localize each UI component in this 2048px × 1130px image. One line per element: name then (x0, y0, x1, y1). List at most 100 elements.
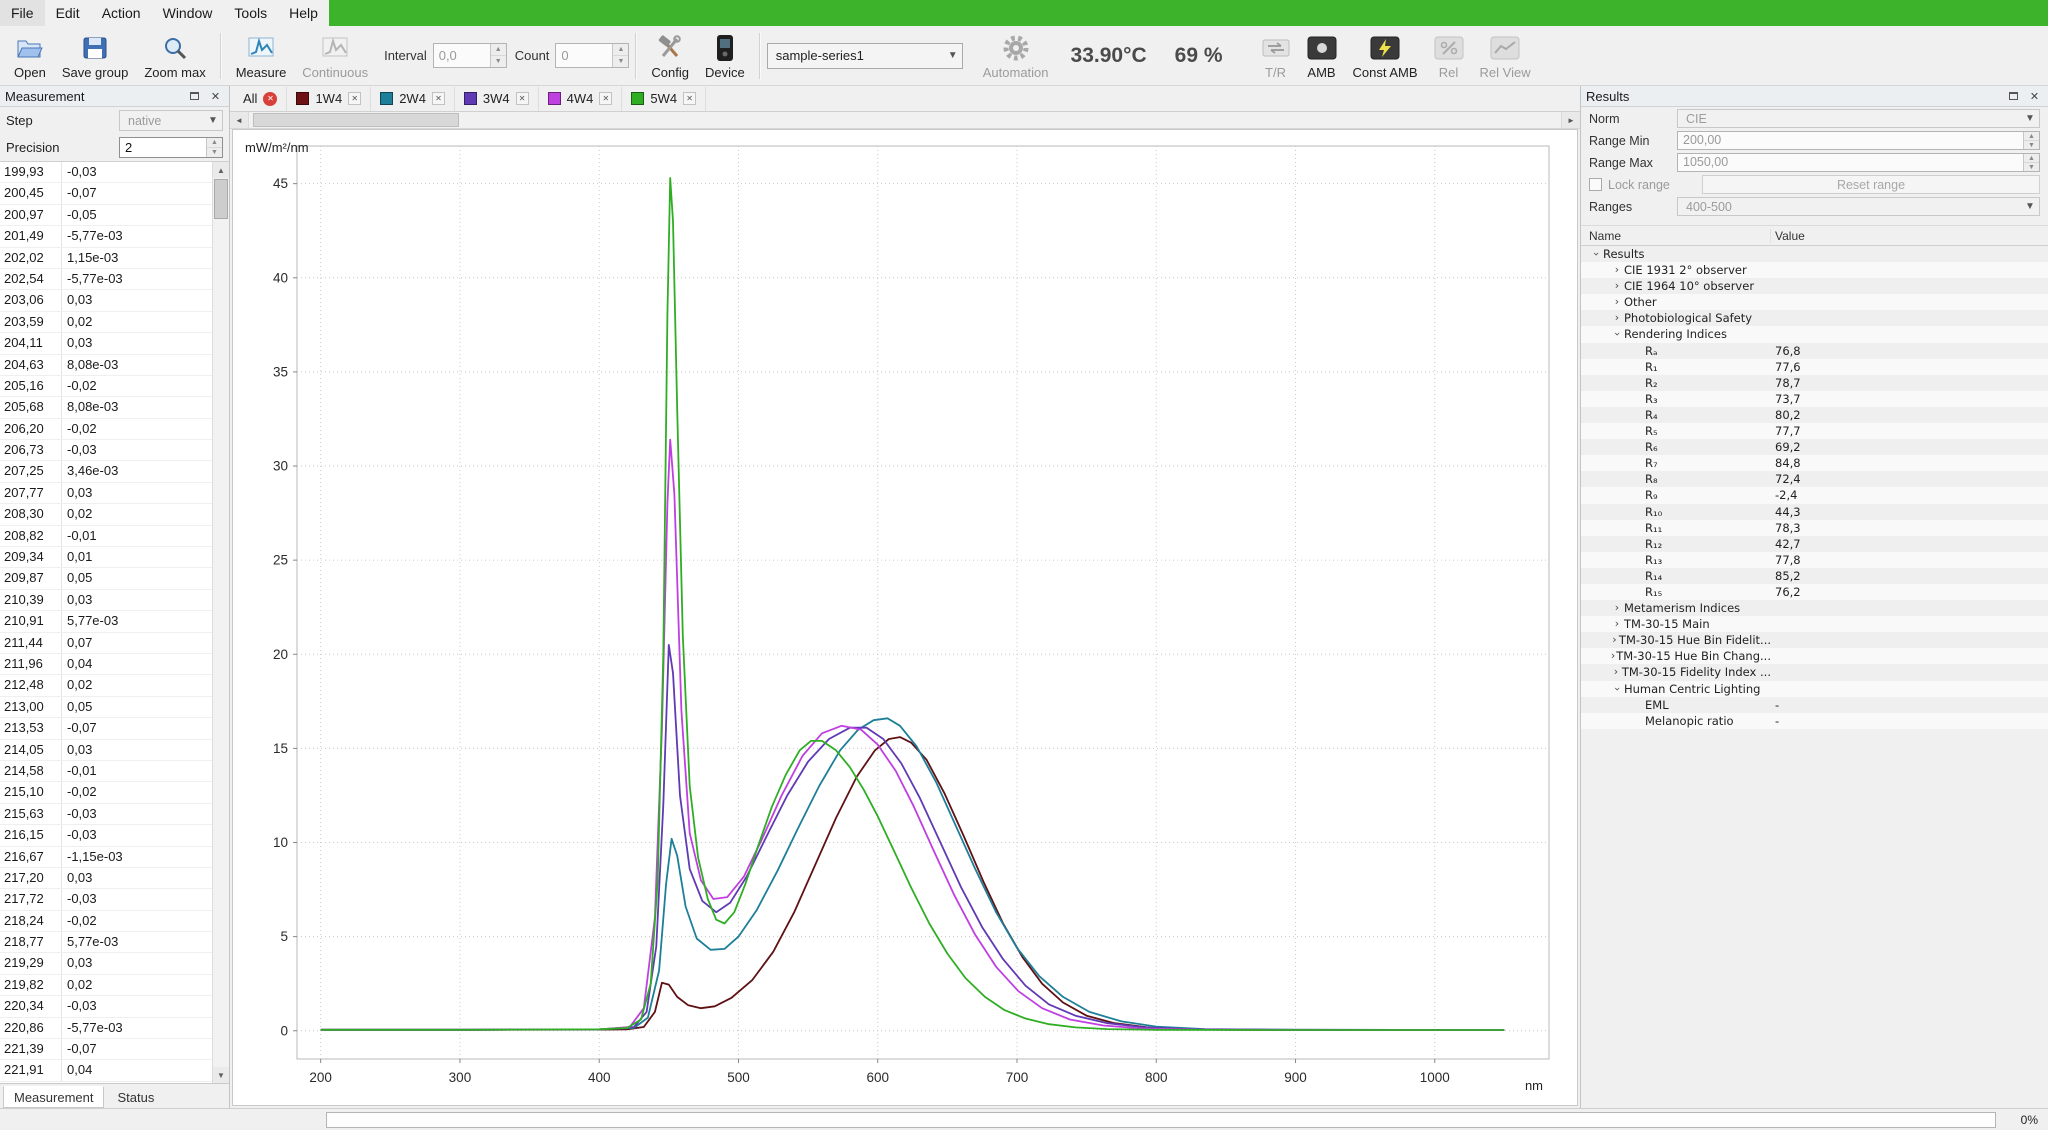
tree-row[interactable]: R₇84,8 (1581, 455, 2048, 471)
measure-button[interactable]: Measure (228, 28, 295, 84)
measurement-row[interactable]: 201,49-5,77e-03 (0, 226, 212, 247)
interval-up-icon[interactable]: ▲ (491, 44, 506, 56)
hscrollbar-thumb[interactable] (253, 113, 459, 127)
measurement-row[interactable]: 205,16-0,02 (0, 376, 212, 397)
measurement-row[interactable]: 202,54-5,77e-03 (0, 269, 212, 290)
tree-row[interactable]: R₁77,6 (1581, 359, 2048, 375)
chart-tab-5w4[interactable]: 5W4✕ (622, 87, 706, 111)
tree-row[interactable]: ›TM-30-15 Hue Bin Fidelit... (1581, 632, 2048, 648)
tree-row[interactable]: R₁₃77,8 (1581, 552, 2048, 568)
measurement-row[interactable]: 220,34-0,03 (0, 996, 212, 1017)
menu-help[interactable]: Help (278, 0, 329, 26)
range-min-up-icon[interactable]: ▲ (2024, 132, 2039, 141)
measurement-row[interactable]: 203,060,03 (0, 290, 212, 311)
close-panel-button[interactable]: ✕ (207, 89, 224, 104)
chevron-collapsed-icon[interactable]: › (1610, 632, 1619, 648)
measurement-row[interactable]: 204,110,03 (0, 333, 212, 354)
measurement-row[interactable]: 200,45-0,07 (0, 183, 212, 204)
tree-row[interactable]: R₁₁78,3 (1581, 520, 2048, 536)
menu-tools[interactable]: Tools (223, 0, 278, 26)
chevron-collapsed-icon[interactable]: › (1610, 600, 1624, 616)
tree-row[interactable]: R₈72,4 (1581, 471, 2048, 487)
measurement-row[interactable]: 211,960,04 (0, 654, 212, 675)
measurement-row[interactable]: 208,82-0,01 (0, 526, 212, 547)
measurement-row[interactable]: 214,050,03 (0, 740, 212, 761)
menu-action[interactable]: Action (91, 0, 152, 26)
chart-tab-2w4[interactable]: 2W4✕ (371, 87, 455, 111)
measurement-row[interactable]: 217,72-0,03 (0, 889, 212, 910)
scroll-up-icon[interactable]: ▲ (213, 162, 229, 178)
measurement-row[interactable]: 205,688,08e-03 (0, 397, 212, 418)
continuous-button[interactable]: Continuous (294, 28, 376, 84)
menu-edit[interactable]: Edit (45, 0, 91, 26)
measurement-row[interactable]: 216,67-1,15e-03 (0, 847, 212, 868)
measurement-row[interactable]: 204,638,08e-03 (0, 355, 212, 376)
tree-row[interactable]: ›CIE 1964 10° observer (1581, 278, 2048, 294)
measurement-row[interactable]: 220,86-5,77e-03 (0, 1018, 212, 1039)
scroll-left-icon[interactable]: ◄ (230, 112, 249, 128)
reset-range-button[interactable]: Reset range (1702, 175, 2040, 194)
measurement-row[interactable]: 211,440,07 (0, 633, 212, 654)
measurement-row[interactable]: 217,200,03 (0, 868, 212, 889)
measurement-row[interactable]: 203,590,02 (0, 312, 212, 333)
tab-status[interactable]: Status (106, 1086, 165, 1108)
chevron-collapsed-icon[interactable]: › (1610, 310, 1624, 326)
measurement-row[interactable]: 215,63-0,03 (0, 804, 212, 825)
measurement-row[interactable]: 215,10-0,02 (0, 782, 212, 803)
measurement-row[interactable]: 216,15-0,03 (0, 825, 212, 846)
measurement-row[interactable]: 206,20-0,02 (0, 419, 212, 440)
tree-row[interactable]: EML- (1581, 697, 2048, 713)
plot-canvas[interactable]: 2003004005006007008009001000051015202530… (233, 130, 1577, 1105)
measurement-row[interactable]: 209,870,05 (0, 568, 212, 589)
close-tab-icon[interactable]: ✕ (432, 92, 445, 105)
measurement-row[interactable]: 213,53-0,07 (0, 718, 212, 739)
tree-row[interactable]: R₁₂42,7 (1581, 536, 2048, 552)
rel-button[interactable]: Rel (1426, 28, 1472, 84)
chart-tab-3w4[interactable]: 3W4✕ (455, 87, 539, 111)
series-select[interactable]: sample-series1 ▼ (767, 43, 963, 69)
tree-row[interactable]: R₆69,2 (1581, 439, 2048, 455)
measurement-row[interactable]: 218,775,77e-03 (0, 932, 212, 953)
amb-button[interactable]: AMB (1299, 28, 1345, 84)
save-group-button[interactable]: Save group (54, 28, 137, 84)
measurement-row[interactable]: 219,820,02 (0, 975, 212, 996)
spectrum-plot[interactable]: 2003004005006007008009001000051015202530… (232, 129, 1578, 1106)
measurement-row[interactable]: 221,910,04 (0, 1060, 212, 1081)
precision-spinbox[interactable]: 2 ▲▼ (119, 137, 223, 158)
tab-measurement[interactable]: Measurement (3, 1086, 104, 1108)
range-max-spinbox[interactable]: 1050,00 ▲▼ (1677, 153, 2040, 172)
precision-down-icon[interactable]: ▼ (207, 148, 222, 157)
tree-row[interactable]: R₁₀44,3 (1581, 504, 2048, 520)
measurement-row[interactable]: 208,300,02 (0, 504, 212, 525)
close-tab-icon[interactable]: ✕ (683, 92, 696, 105)
measurement-row[interactable]: 200,97-0,05 (0, 205, 212, 226)
measurement-row[interactable]: 202,021,15e-03 (0, 248, 212, 269)
tree-row[interactable]: R₄80,2 (1581, 407, 2048, 423)
interval-down-icon[interactable]: ▼ (491, 56, 506, 67)
tree-row[interactable]: Rₐ76,8 (1581, 343, 2048, 359)
close-tab-icon[interactable]: ✕ (348, 92, 361, 105)
tree-row[interactable]: R₂78,7 (1581, 375, 2048, 391)
precision-up-icon[interactable]: ▲ (207, 138, 222, 148)
chevron-expanded-icon[interactable]: › (1609, 328, 1625, 342)
chevron-collapsed-icon[interactable]: › (1610, 616, 1624, 632)
tree-row[interactable]: Melanopic ratio- (1581, 713, 2048, 729)
measurement-row[interactable]: 214,58-0,01 (0, 761, 212, 782)
close-panel-button[interactable]: ✕ (2026, 89, 2043, 104)
measurement-row[interactable]: 212,480,02 (0, 675, 212, 696)
tree-row[interactable]: R₁₄85,2 (1581, 568, 2048, 584)
measurement-row[interactable]: 209,340,01 (0, 547, 212, 568)
chevron-collapsed-icon[interactable]: › (1610, 278, 1624, 294)
tree-row[interactable]: ›TM-30-15 Main (1581, 616, 2048, 632)
range-min-spinbox[interactable]: 200,00 ▲▼ (1677, 131, 2040, 150)
float-panel-button[interactable] (2005, 89, 2022, 104)
tree-row[interactable]: R₅77,7 (1581, 423, 2048, 439)
close-tab-icon[interactable]: ✕ (599, 92, 612, 105)
range-max-up-icon[interactable]: ▲ (2024, 154, 2039, 163)
tree-row[interactable]: ›Other (1581, 294, 2048, 310)
tree-row[interactable]: R₉-2,4 (1581, 487, 2048, 503)
config-button[interactable]: Config (643, 28, 697, 84)
close-tab-icon[interactable]: ✕ (263, 92, 277, 106)
close-tab-icon[interactable]: ✕ (516, 92, 529, 105)
range-min-down-icon[interactable]: ▼ (2024, 141, 2039, 149)
